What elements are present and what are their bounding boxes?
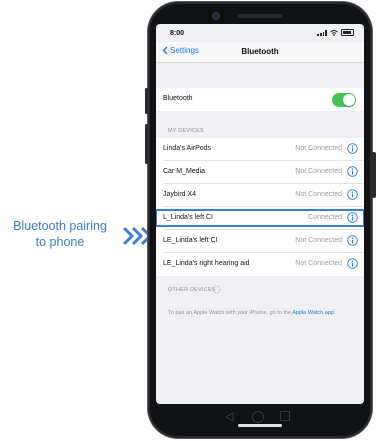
info-circle-icon[interactable] bbox=[347, 235, 358, 246]
device-name: LE_Linda's right hearing aid bbox=[163, 260, 250, 267]
volume-down-button[interactable] bbox=[145, 124, 148, 164]
front-camera bbox=[212, 12, 220, 20]
phone-screen: 8:00 Settings Bluetooth Bluetooth MY DEV… bbox=[156, 24, 364, 404]
info-circle-icon[interactable] bbox=[347, 166, 358, 177]
device-name: Linda's AirPods bbox=[163, 145, 212, 152]
power-button[interactable] bbox=[372, 152, 376, 198]
phone-frame: 8:00 Settings Bluetooth Bluetooth MY DEV… bbox=[145, 2, 376, 438]
bluetooth-toggle-label: Bluetooth bbox=[163, 95, 193, 102]
system-navigation-bar bbox=[148, 400, 372, 430]
device-name: LE_Linda's left CI bbox=[163, 237, 218, 244]
loading-spinner-icon bbox=[212, 285, 221, 294]
device-row[interactable]: Car M_Media Not Connected bbox=[156, 161, 364, 184]
info-circle-icon[interactable] bbox=[347, 189, 358, 200]
battery-icon bbox=[341, 29, 354, 36]
my-devices-header: MY DEVICES bbox=[168, 128, 204, 134]
device-row[interactable]: LE_Linda's left CI Not Connected bbox=[156, 230, 364, 253]
page-title: Bluetooth bbox=[241, 47, 279, 56]
info-circle-icon[interactable] bbox=[347, 143, 358, 154]
hint-text: To pair an Apple Watch with your iPhone,… bbox=[168, 310, 292, 316]
other-devices-header: OTHER DEVICES bbox=[168, 287, 216, 293]
toggle-knob bbox=[343, 94, 355, 106]
navigation-bar: Settings Bluetooth bbox=[156, 42, 364, 63]
status-icons bbox=[317, 29, 354, 36]
device-status: Not Connected bbox=[295, 168, 342, 175]
apple-watch-app-link[interactable]: Apple Watch app. bbox=[292, 310, 335, 316]
info-circle-icon[interactable] bbox=[347, 212, 358, 223]
nav-recents-square-icon[interactable] bbox=[280, 411, 290, 421]
device-name: Car M_Media bbox=[163, 168, 206, 175]
wifi-icon bbox=[330, 29, 338, 36]
device-row[interactable]: Jaybird X4 Not Connected bbox=[156, 184, 364, 207]
annotation-line-1: Bluetooth pairing bbox=[13, 219, 107, 233]
device-status: Not Connected bbox=[295, 145, 342, 152]
device-row-connected[interactable]: L_Linda's left CI Connected bbox=[156, 207, 364, 230]
device-status: Connected bbox=[308, 214, 342, 221]
bluetooth-toggle-switch[interactable] bbox=[332, 93, 356, 107]
info-circle-icon[interactable] bbox=[347, 258, 358, 269]
device-status: Not Connected bbox=[295, 260, 342, 267]
device-status: Not Connected bbox=[295, 191, 342, 198]
device-row[interactable]: LE_Linda's right hearing aid Not Connect… bbox=[156, 253, 364, 276]
signal-icon bbox=[317, 29, 327, 36]
device-name: Jaybird X4 bbox=[163, 191, 197, 198]
earpiece-speaker bbox=[238, 14, 282, 18]
volume-up-button[interactable] bbox=[145, 88, 148, 114]
device-name: L_Linda's left CI bbox=[163, 214, 213, 221]
nav-back-triangle-icon[interactable] bbox=[225, 412, 234, 422]
device-status: Not Connected bbox=[295, 237, 342, 244]
home-indicator bbox=[238, 424, 282, 427]
device-row[interactable]: Linda's AirPods Not Connected bbox=[156, 138, 364, 161]
nav-home-circle-icon[interactable] bbox=[252, 411, 264, 423]
annotation-line-2: to phone bbox=[35, 235, 85, 249]
annotation-label: Bluetooth pairing to phone bbox=[6, 218, 114, 250]
apple-watch-hint: To pair an Apple Watch with your iPhone,… bbox=[168, 309, 353, 317]
status-bar: 8:00 bbox=[156, 24, 364, 42]
status-time: 8:00 bbox=[170, 30, 185, 37]
bluetooth-toggle-row: Bluetooth bbox=[156, 88, 364, 111]
